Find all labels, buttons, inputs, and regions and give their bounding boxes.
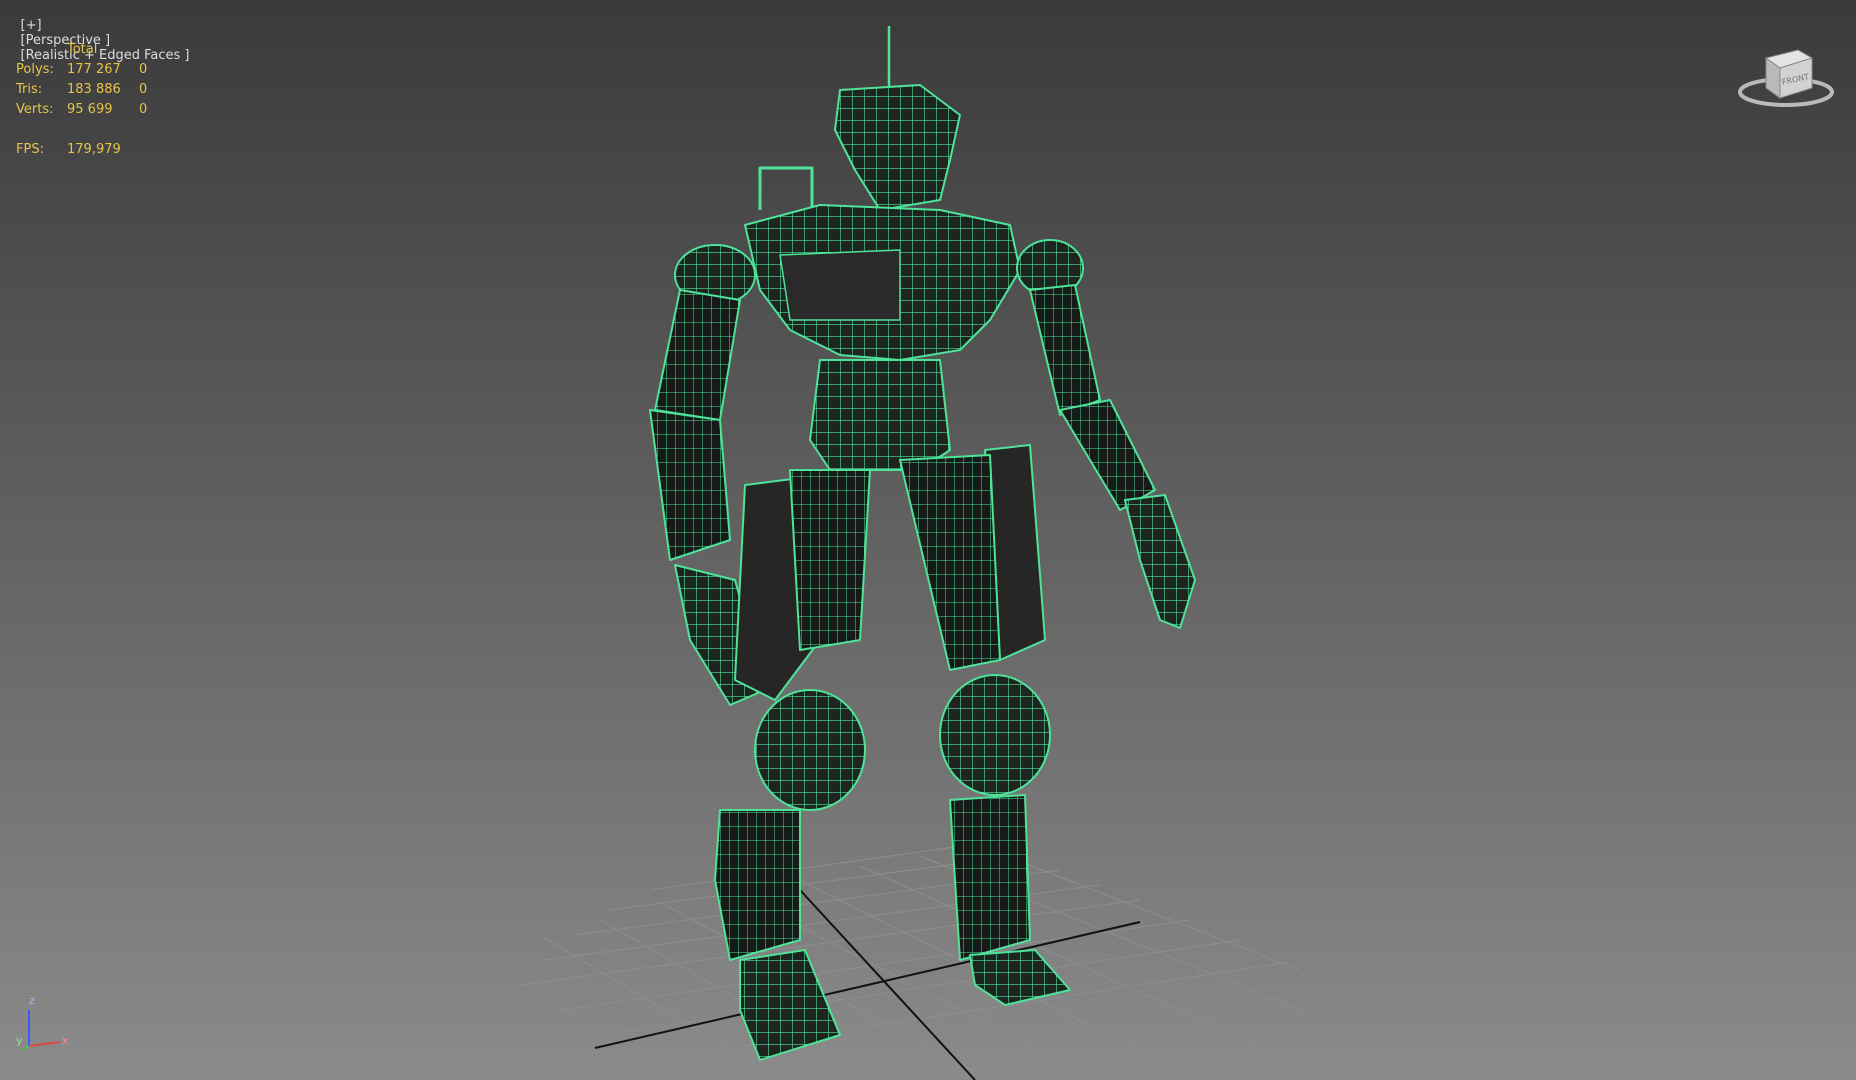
- axis-tripod-icon: [21, 1010, 61, 1051]
- scene-canvas[interactable]: [0, 0, 1856, 1080]
- stats-header-row: Total: [16, 40, 169, 60]
- fps-label: FPS:: [16, 142, 44, 157]
- axis-x-label: x: [62, 1034, 69, 1047]
- stats-fps-row: FPS: 179,979: [16, 140, 169, 160]
- stats-polys-row: Polys: 177 267 0: [16, 60, 169, 80]
- tris-total: 183 886: [67, 82, 121, 97]
- statistics-overlay: Total Polys: 177 267 0 Tris: 183 886 0 V…: [16, 40, 169, 160]
- axis-tripod: z x y: [14, 994, 74, 1058]
- polys-selected: 0: [139, 62, 148, 77]
- verts-label: Verts:: [16, 102, 54, 117]
- verts-total: 95 699: [67, 102, 113, 117]
- viewcube-icon[interactable]: FRONT: [1736, 36, 1836, 116]
- perspective-viewport[interactable]: [+] [Perspective ] [Realistic + Edged Fa…: [0, 0, 1856, 1080]
- robot-model: [649, 26, 1196, 1061]
- tris-selected: 0: [139, 82, 148, 97]
- fps-value: 179,979: [67, 142, 121, 157]
- verts-selected: 0: [139, 102, 148, 117]
- grid-axis-y: [799, 889, 976, 1080]
- polys-label: Polys:: [16, 62, 54, 77]
- axis-z-label: z: [29, 994, 35, 1007]
- ground-grid: [519, 841, 1301, 1080]
- axis-y-label: y: [16, 1034, 23, 1047]
- viewport-menu-button[interactable]: [+]: [21, 18, 42, 33]
- stats-header-total: Total: [67, 42, 98, 57]
- stats-tris-row: Tris: 183 886 0: [16, 80, 169, 100]
- stats-verts-row: Verts: 95 699 0: [16, 100, 169, 120]
- polys-total: 177 267: [67, 62, 121, 77]
- tris-label: Tris:: [16, 82, 43, 97]
